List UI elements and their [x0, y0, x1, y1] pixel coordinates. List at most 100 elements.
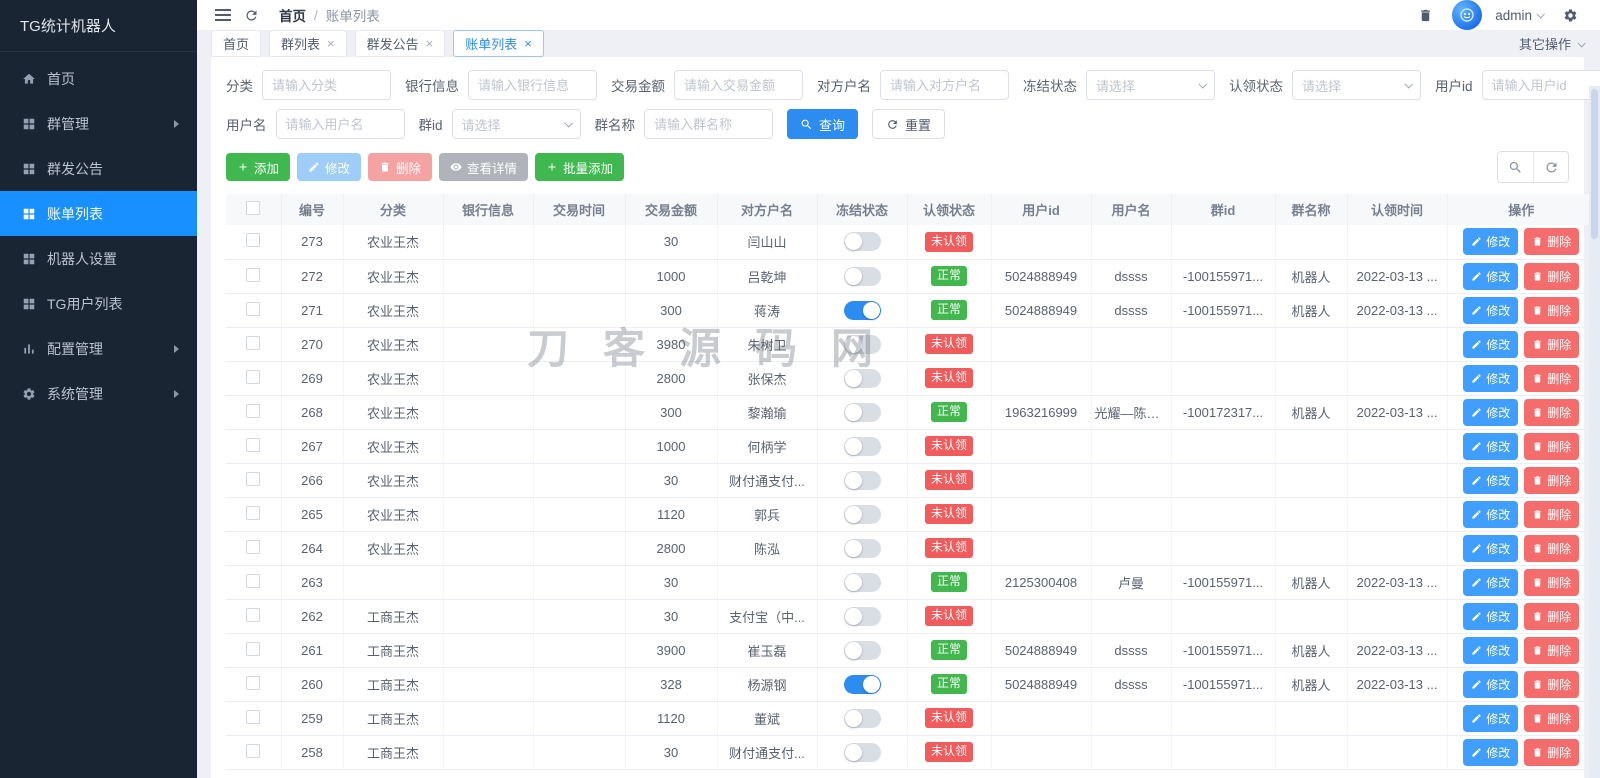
row-checkbox[interactable]: [246, 607, 261, 622]
filter-input[interactable]: [644, 109, 774, 139]
row-checkbox[interactable]: [246, 641, 261, 656]
row-checkbox[interactable]: [246, 369, 261, 384]
filter-select[interactable]: 请选择: [451, 109, 581, 139]
edit-row-button[interactable]: 修改: [1463, 466, 1519, 494]
sidebar-item-5[interactable]: TG用户列表: [0, 281, 197, 326]
delete-row-button[interactable]: 删除: [1524, 432, 1580, 460]
row-checkbox[interactable]: [246, 301, 261, 316]
select-all-checkbox[interactable]: [246, 201, 261, 215]
frozen-toggle[interactable]: [843, 640, 881, 660]
frozen-toggle[interactable]: [843, 674, 881, 694]
filter-input[interactable]: [1481, 70, 1600, 100]
row-checkbox[interactable]: [246, 505, 261, 520]
delete-row-button[interactable]: 删除: [1524, 568, 1580, 596]
frozen-toggle[interactable]: [843, 538, 881, 558]
edit-row-button[interactable]: 修改: [1463, 228, 1519, 256]
delete-button[interactable]: 删除: [368, 153, 433, 181]
user-menu[interactable]: admin: [1495, 8, 1545, 23]
delete-row-button[interactable]: 删除: [1524, 534, 1580, 562]
frozen-toggle[interactable]: [843, 232, 881, 252]
tab-1[interactable]: 群列表 ×: [269, 30, 347, 57]
reset-button[interactable]: 重置: [872, 109, 946, 139]
row-checkbox[interactable]: [246, 233, 261, 248]
add-button[interactable]: 添加: [226, 153, 291, 181]
delete-row-button[interactable]: 删除: [1524, 500, 1580, 528]
sidebar-item-7[interactable]: 系统管理: [0, 371, 197, 416]
delete-row-button[interactable]: 删除: [1524, 262, 1580, 290]
tab-2[interactable]: 群发公告 ×: [354, 30, 446, 57]
settings-gear-icon[interactable]: [1556, 1, 1584, 29]
more-actions-dropdown[interactable]: 其它操作: [1519, 34, 1586, 53]
delete-row-button[interactable]: 删除: [1524, 738, 1580, 766]
edit-row-button[interactable]: 修改: [1463, 636, 1519, 664]
frozen-toggle[interactable]: [843, 300, 881, 320]
frozen-toggle[interactable]: [843, 572, 881, 592]
delete-row-button[interactable]: 删除: [1524, 704, 1580, 732]
row-checkbox[interactable]: [246, 267, 261, 282]
sidebar-item-6[interactable]: 配置管理: [0, 326, 197, 371]
delete-row-button[interactable]: 删除: [1524, 228, 1580, 256]
close-tab-icon[interactable]: ×: [426, 37, 434, 50]
edit-row-button[interactable]: 修改: [1463, 738, 1519, 766]
edit-row-button[interactable]: 修改: [1463, 670, 1519, 698]
edit-row-button[interactable]: 修改: [1463, 262, 1519, 290]
edit-row-button[interactable]: 修改: [1463, 602, 1519, 630]
table-search-button[interactable]: [1498, 152, 1533, 182]
edit-row-button[interactable]: 修改: [1463, 500, 1519, 528]
row-checkbox[interactable]: [246, 675, 261, 690]
delete-row-button[interactable]: 删除: [1524, 364, 1580, 392]
batch-add-button[interactable]: 批量添加: [535, 153, 625, 181]
edit-row-button[interactable]: 修改: [1463, 364, 1519, 392]
sidebar-item-4[interactable]: 机器人设置: [0, 236, 197, 281]
filter-input[interactable]: [262, 70, 391, 100]
edit-row-button[interactable]: 修改: [1463, 398, 1519, 426]
edit-row-button[interactable]: 修改: [1463, 296, 1519, 324]
table-refresh-button[interactable]: [1533, 152, 1568, 182]
row-checkbox[interactable]: [246, 403, 261, 418]
delete-row-button[interactable]: 删除: [1524, 398, 1580, 426]
filter-input[interactable]: [880, 70, 1009, 100]
search-button[interactable]: 查询: [787, 109, 859, 139]
delete-row-button[interactable]: 删除: [1524, 670, 1580, 698]
edit-row-button[interactable]: 修改: [1463, 534, 1519, 562]
frozen-toggle[interactable]: [843, 504, 881, 524]
filter-input[interactable]: [674, 70, 803, 100]
row-checkbox[interactable]: [246, 471, 261, 486]
frozen-toggle[interactable]: [843, 708, 881, 728]
delete-row-button[interactable]: 删除: [1524, 602, 1580, 630]
frozen-toggle[interactable]: [843, 334, 881, 354]
edit-row-button[interactable]: 修改: [1463, 568, 1519, 596]
row-checkbox[interactable]: [246, 709, 261, 724]
view-detail-button[interactable]: 查看详情: [439, 153, 529, 181]
edit-row-button[interactable]: 修改: [1463, 330, 1519, 358]
edit-row-button[interactable]: 修改: [1463, 704, 1519, 732]
frozen-toggle[interactable]: [843, 266, 881, 286]
filter-select[interactable]: 请选择: [1086, 70, 1215, 100]
edit-button[interactable]: 修改: [297, 153, 362, 181]
frozen-toggle[interactable]: [843, 470, 881, 490]
filter-input[interactable]: [275, 109, 405, 139]
frozen-toggle[interactable]: [843, 606, 881, 626]
delete-row-button[interactable]: 删除: [1524, 330, 1580, 358]
delete-row-button[interactable]: 删除: [1524, 466, 1580, 494]
sidebar-item-3[interactable]: 账单列表: [0, 191, 197, 236]
frozen-toggle[interactable]: [843, 742, 881, 762]
close-tab-icon[interactable]: ×: [327, 37, 335, 50]
trash-icon[interactable]: [1411, 1, 1439, 29]
sidebar-item-1[interactable]: 群管理: [0, 101, 197, 146]
delete-row-button[interactable]: 删除: [1524, 636, 1580, 664]
row-checkbox[interactable]: [246, 539, 261, 554]
row-checkbox[interactable]: [246, 573, 261, 588]
avatar[interactable]: [1452, 0, 1483, 30]
tab-3[interactable]: 账单列表 ×: [453, 30, 544, 57]
filter-input[interactable]: [468, 70, 597, 100]
scrollbar-thumb[interactable]: [1591, 89, 1598, 239]
frozen-toggle[interactable]: [843, 402, 881, 422]
scrollbar[interactable]: [1589, 86, 1600, 778]
frozen-toggle[interactable]: [843, 436, 881, 456]
row-checkbox[interactable]: [246, 335, 261, 350]
tab-0[interactable]: 首页: [211, 30, 262, 57]
frozen-toggle[interactable]: [843, 368, 881, 388]
refresh-page-icon[interactable]: [237, 1, 265, 29]
delete-row-button[interactable]: 删除: [1524, 296, 1580, 324]
